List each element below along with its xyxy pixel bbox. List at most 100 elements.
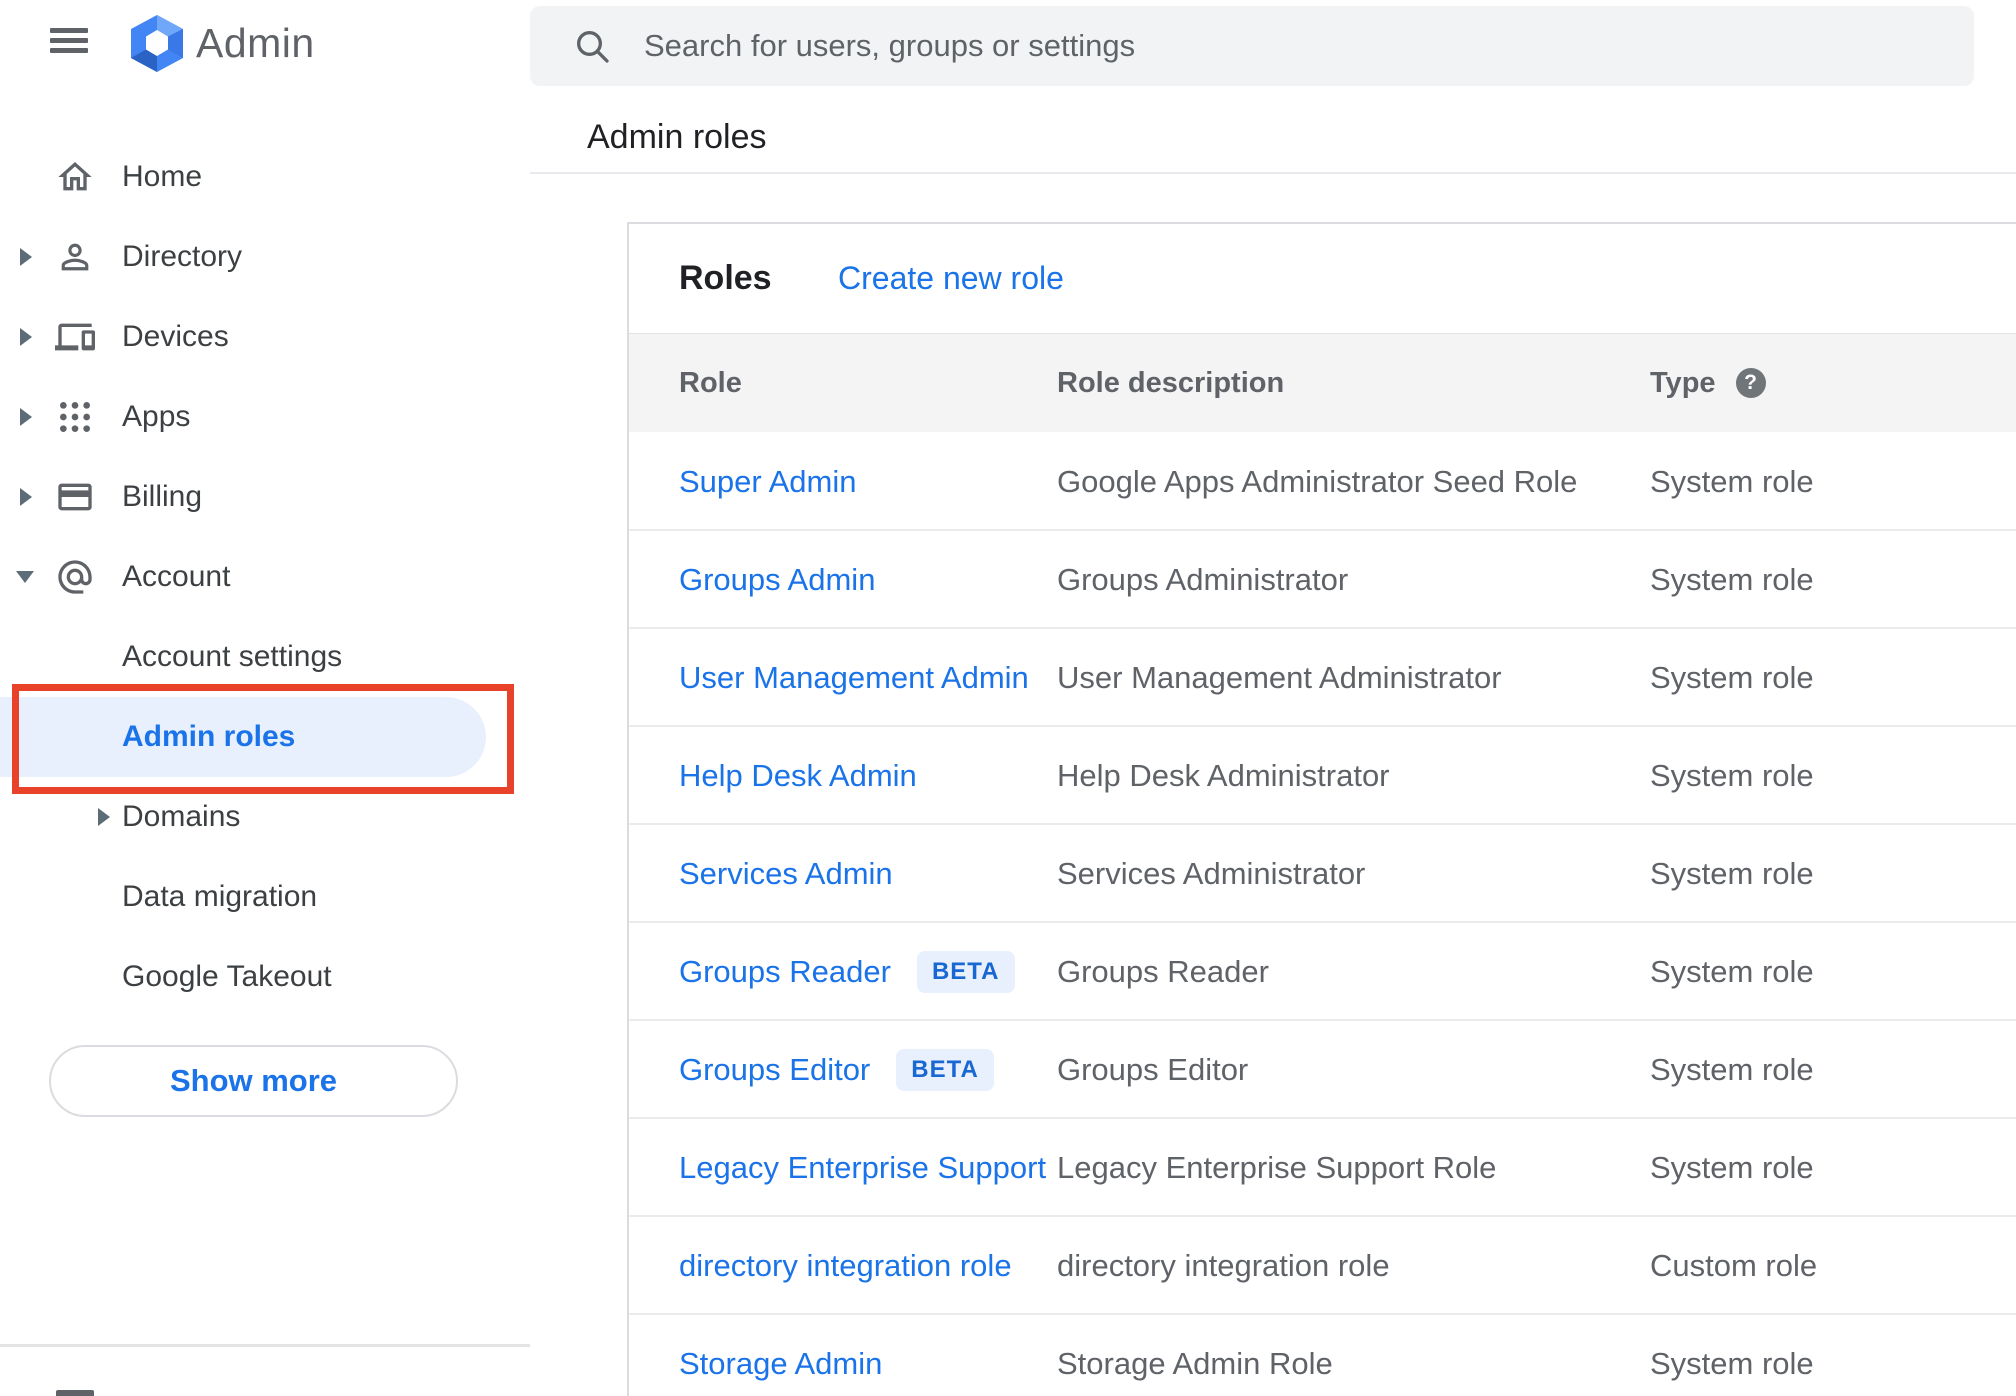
sidebar-item-home[interactable]: Home [0, 137, 530, 217]
role-type: System role [1650, 1052, 1814, 1087]
sidebar-item-admin-roles[interactable]: Admin roles [0, 697, 530, 777]
role-description: Groups Reader [1057, 954, 1269, 989]
table-row: Help Desk Admin Help Desk Administrator … [629, 727, 2016, 825]
brand-title: Admin [196, 20, 315, 66]
role-link[interactable]: Help Desk Admin [679, 758, 917, 794]
role-link[interactable]: User Management Admin [679, 660, 1029, 696]
admin-console-screen: Admin Home Directory Devices Apps Billin… [0, 0, 2016, 1396]
devices-icon [54, 316, 96, 358]
help-icon[interactable]: ? [1735, 368, 1766, 398]
table-row: Groups Editor BETA Groups Editor System … [629, 1021, 2016, 1119]
role-link[interactable]: directory integration role [679, 1248, 1012, 1284]
home-icon [54, 156, 96, 198]
sidebar-item-label: Home [122, 160, 203, 193]
table-row: Super Admin Google Apps Administrator Se… [629, 433, 2016, 531]
role-link[interactable]: Services Admin [679, 856, 893, 892]
role-type: System role [1650, 1346, 1814, 1381]
show-more-button[interactable]: Show more [49, 1045, 458, 1117]
sidebar-item-directory[interactable]: Directory [0, 217, 530, 297]
table-header-row: Role Role description Type ? [629, 333, 2016, 432]
person-icon [54, 236, 96, 278]
header-divider [530, 172, 2016, 174]
role-link[interactable]: Groups Editor [679, 1052, 870, 1088]
table-row: Services Admin Services Administrator Sy… [629, 825, 2016, 923]
global-search-bar[interactable] [530, 6, 1974, 86]
expand-right-icon[interactable] [20, 248, 32, 266]
role-description: User Management Administrator [1057, 660, 1502, 695]
sidebar-item-label: Devices [122, 320, 229, 353]
column-header-type-label: Type [1650, 366, 1716, 399]
credit-card-icon [54, 476, 96, 518]
role-type: System role [1650, 954, 1814, 989]
table-row: User Management Admin User Management Ad… [629, 629, 2016, 727]
role-description: Google Apps Administrator Seed Role [1057, 464, 1578, 499]
role-link[interactable]: Storage Admin [679, 1346, 882, 1382]
role-type: Custom role [1650, 1248, 1818, 1283]
card-title: Roles [679, 259, 772, 297]
role-type: System role [1650, 660, 1814, 695]
sidebar-item-label: Google Takeout [122, 960, 332, 993]
sidebar: Admin Home Directory Devices Apps Billin… [0, 0, 530, 1396]
column-header-description: Role description [1057, 366, 1285, 399]
role-description: Help Desk Administrator [1057, 758, 1390, 793]
sidebar-footer-divider [0, 1344, 530, 1347]
sidebar-item-label: Account [122, 560, 231, 593]
role-link[interactable]: Groups Reader [679, 954, 891, 990]
expand-right-icon[interactable] [20, 408, 32, 426]
breadcrumb: Admin roles [587, 118, 767, 156]
role-type: System role [1650, 562, 1814, 597]
role-link[interactable]: Super Admin [679, 464, 857, 500]
sidebar-item-domains[interactable]: Domains [0, 777, 530, 857]
at-sign-icon [54, 556, 96, 598]
admin-logo-icon [127, 15, 187, 72]
table-row: directory integration role directory int… [629, 1217, 2016, 1315]
table-row: Legacy Enterprise Support Legacy Enterpr… [629, 1119, 2016, 1217]
hamburger-menu-icon[interactable] [50, 28, 90, 53]
roles-card-header: Roles Create new role [629, 224, 2016, 333]
sidebar-item-label: Billing [122, 480, 203, 513]
sidebar-item-label: Admin roles [122, 720, 296, 753]
role-type: System role [1650, 758, 1814, 793]
expand-right-icon[interactable] [98, 808, 110, 826]
role-description: Storage Admin Role [1057, 1346, 1333, 1381]
expand-right-icon[interactable] [20, 488, 32, 506]
role-description: Services Administrator [1057, 856, 1366, 891]
partial-footer-icon [56, 1390, 94, 1396]
role-description: Groups Editor [1057, 1052, 1249, 1087]
table-row: Groups Reader BETA Groups Reader System … [629, 923, 2016, 1021]
sidebar-item-label: Apps [122, 400, 191, 433]
role-type: System role [1650, 464, 1814, 499]
sidebar-item-apps[interactable]: Apps [0, 377, 530, 457]
roles-card: Roles Create new role Role Role descript… [627, 222, 2016, 1396]
role-description: Legacy Enterprise Support Role [1057, 1150, 1497, 1185]
sidebar-item-google-takeout[interactable]: Google Takeout [0, 937, 530, 1017]
role-description: Groups Administrator [1057, 562, 1349, 597]
search-input[interactable] [642, 15, 1974, 77]
role-type: System role [1650, 856, 1814, 891]
role-description: directory integration role [1057, 1248, 1390, 1283]
sidebar-item-label: Data migration [122, 880, 318, 913]
role-type: System role [1650, 1150, 1814, 1185]
sidebar-item-data-migration[interactable]: Data migration [0, 857, 530, 937]
beta-badge: BETA [896, 1049, 994, 1091]
column-header-type: Type ? [1650, 334, 1766, 432]
table-row: Groups Admin Groups Administrator System… [629, 531, 2016, 629]
sidebar-item-account[interactable]: Account [0, 537, 530, 617]
sidebar-item-label: Directory [122, 240, 243, 273]
search-icon [577, 31, 609, 63]
sidebar-item-billing[interactable]: Billing [0, 457, 530, 537]
sidebar-item-label: Account settings [122, 640, 343, 673]
role-link[interactable]: Legacy Enterprise Support [679, 1150, 1046, 1186]
sidebar-item-devices[interactable]: Devices [0, 297, 530, 377]
expand-down-icon[interactable] [16, 571, 34, 583]
beta-badge: BETA [916, 951, 1015, 993]
expand-right-icon[interactable] [20, 328, 32, 346]
sidebar-item-label: Domains [122, 800, 241, 833]
role-link[interactable]: Groups Admin [679, 562, 875, 598]
sidebar-item-account-settings[interactable]: Account settings [0, 617, 530, 697]
column-header-role: Role [679, 366, 742, 399]
brand-header: Admin [0, 0, 530, 90]
table-row: Storage Admin Storage Admin Role System … [629, 1315, 2016, 1396]
apps-grid-icon [54, 396, 96, 438]
create-new-role-link[interactable]: Create new role [838, 260, 1064, 297]
